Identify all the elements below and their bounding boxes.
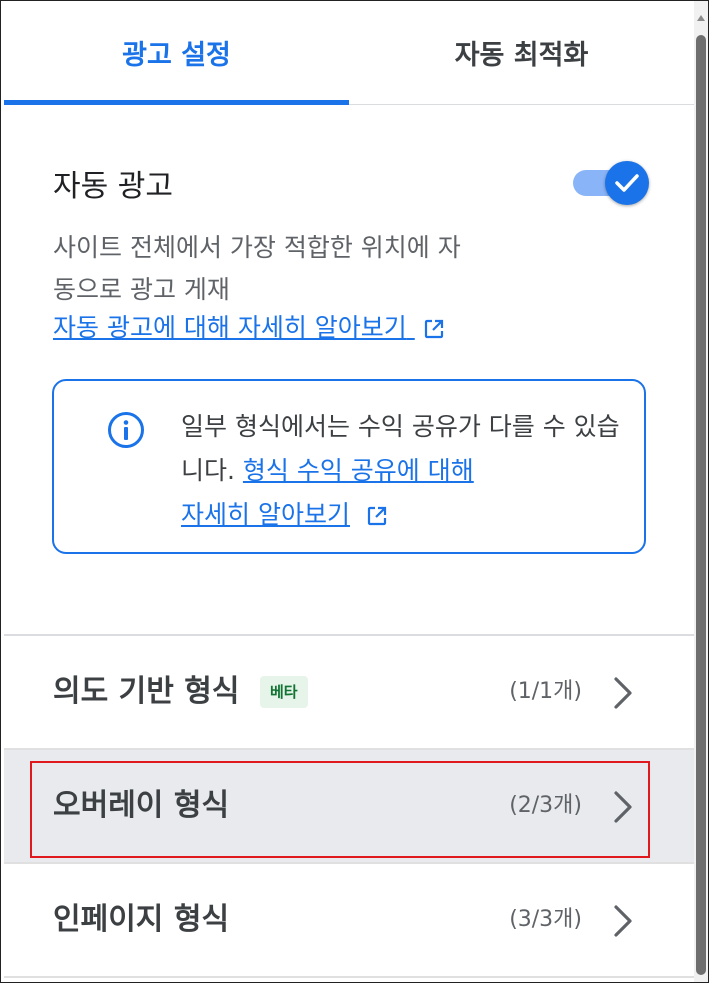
format-label: 인페이지 형식 <box>53 902 230 937</box>
revenue-share-link-part1: 형식 수익 공유에 대해 <box>242 456 474 485</box>
auto-ads-title: 자동 광고 <box>53 169 173 204</box>
format-row-intent[interactable]: 의도 기반 형식 베타 (1/1개) <box>4 636 694 750</box>
external-link-icon <box>367 506 387 526</box>
auto-ads-toggle[interactable] <box>573 161 649 205</box>
active-tab-indicator <box>4 100 349 105</box>
checkmark-icon <box>615 174 639 192</box>
auto-ads-learn-more-text: 자동 광고에 대해 자세히 알아보기 <box>53 313 407 342</box>
scroll-up-arrow-icon[interactable] <box>697 15 705 21</box>
tab-ad-settings-label: 광고 설정 <box>122 40 231 71</box>
chevron-right-icon <box>614 677 632 709</box>
toggle-knob <box>605 161 649 205</box>
beta-badge: 베타 <box>260 676 308 708</box>
format-row-inpage[interactable]: 인페이지 형식 (3/3개) <box>4 864 694 978</box>
scrollbar-thumb[interactable] <box>696 35 706 975</box>
settings-panel: 광고 설정 자동 최적화 자동 광고 사이트 전체에서 가장 적합한 위치에 자… <box>0 0 709 983</box>
revenue-share-link-part2: 자세히 알아보기 <box>181 500 350 529</box>
format-count: (1/1개) <box>509 679 582 704</box>
tab-bar: 광고 설정 자동 최적화 <box>4 7 694 105</box>
chevron-right-icon <box>614 905 632 937</box>
notice-text: 일부 형식에서는 수익 공유가 다를 수 있습니다. 형식 수익 공유에 대해 자… <box>181 405 621 537</box>
tab-ad-settings[interactable]: 광고 설정 <box>4 7 349 105</box>
highlight-annotation-box <box>30 761 650 858</box>
auto-ads-description: 사이트 전체에서 가장 적합한 위치에 자 동으로 광고 게재 <box>53 227 523 311</box>
format-count: (3/3개) <box>509 907 582 932</box>
revenue-share-notice: 일부 형식에서는 수익 공유가 다를 수 있습니다. 형식 수익 공유에 대해 자… <box>52 379 646 554</box>
info-icon <box>108 412 144 448</box>
auto-ads-description-line2: 동으로 광고 게재 <box>53 275 230 304</box>
external-link-icon <box>424 319 443 339</box>
scrollbar[interactable] <box>694 1 708 982</box>
tab-auto-optimize-label: 자동 최적화 <box>454 40 589 71</box>
auto-ads-learn-more-link[interactable]: 자동 광고에 대해 자세히 알아보기 <box>53 310 445 346</box>
tab-auto-optimize[interactable]: 자동 최적화 <box>349 7 694 105</box>
auto-ads-description-line1: 사이트 전체에서 가장 적합한 위치에 자 <box>53 233 461 262</box>
format-label: 의도 기반 형식 <box>53 674 240 709</box>
